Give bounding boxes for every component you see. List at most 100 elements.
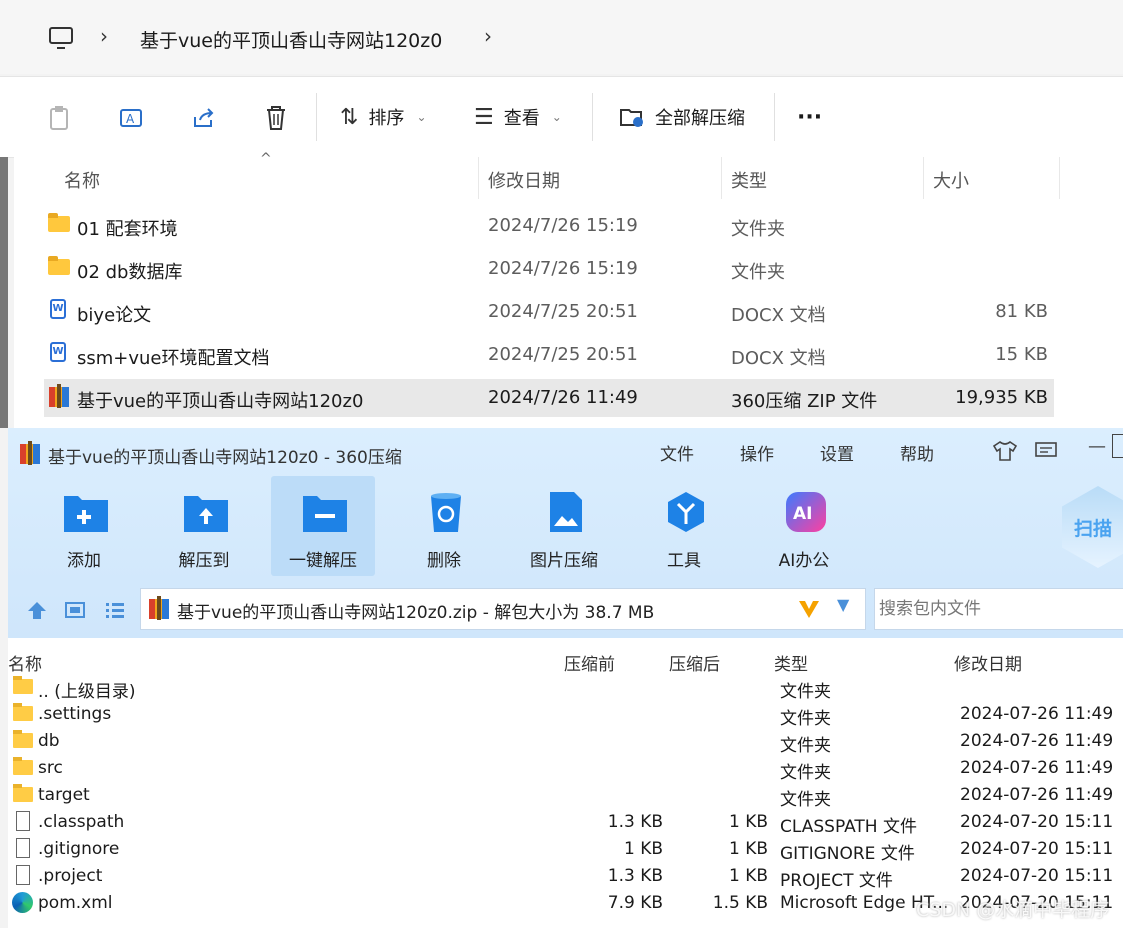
delete-icon[interactable]: [263, 104, 289, 132]
file-date: 2024/7/26 15:19: [488, 215, 638, 236]
rename-icon[interactable]: A: [118, 105, 144, 131]
chevron-right-icon[interactable]: ›: [484, 24, 492, 48]
entry-name: .settings: [38, 704, 112, 724]
column-header-type[interactable]: 类型: [731, 167, 767, 193]
entry-name: target: [38, 785, 90, 805]
feedback-icon[interactable]: [1034, 441, 1058, 461]
delete-button[interactable]: 删除: [392, 476, 496, 576]
maximize-button[interactable]: [1112, 434, 1123, 458]
column-header-type[interactable]: 类型: [774, 650, 808, 675]
tools-icon: [668, 492, 704, 532]
column-divider[interactable]: [721, 157, 722, 199]
entry-name: .project: [38, 866, 103, 886]
column-header-date[interactable]: 修改日期: [488, 167, 560, 193]
toolbar-separator: [592, 93, 593, 141]
file-size: 19,935 KB: [955, 387, 1048, 408]
sort-button[interactable]: ⇅ 排序 ⌄: [340, 95, 427, 139]
column-header-date[interactable]: 修改日期: [954, 650, 1022, 675]
extract-all-button[interactable]: 全部解压缩: [619, 95, 745, 139]
archive-row[interactable]: src 文件夹 2024-07-26 11:49: [8, 755, 1123, 783]
svg-text:AI: AI: [793, 504, 812, 524]
ai-office-icon: AI: [786, 492, 826, 532]
left-edge: [0, 157, 8, 428]
ai-office-button[interactable]: AI AI办公: [752, 476, 856, 576]
archive-row[interactable]: .project 1.3 KB 1 KB PROJECT 文件 2024-07-…: [8, 863, 1123, 891]
one-click-extract-label: 一键解压: [289, 551, 357, 571]
toolbar-separator: [774, 93, 775, 141]
scan-button[interactable]: 扫描: [1062, 486, 1123, 568]
list-view-icon[interactable]: [104, 600, 126, 620]
menu-file[interactable]: 文件: [660, 440, 694, 465]
folder-icon: [13, 784, 33, 802]
entry-size-before: 1.3 KB: [607, 866, 663, 886]
entry-date: 2024-07-26 11:49: [960, 731, 1114, 751]
file-row[interactable]: W ssm+vue环境配置文档 2024/7/25 20:51 DOCX 文档 …: [44, 336, 1054, 374]
archive-row[interactable]: .. (上级目录) 文件夹: [8, 674, 1123, 702]
archive-row[interactable]: .gitignore 1 KB 1 KB GITIGNORE 文件 2024-0…: [8, 836, 1123, 864]
entry-type: GITIGNORE 文件: [780, 844, 915, 864]
menu-settings[interactable]: 设置: [820, 440, 854, 465]
archive-row[interactable]: target 文件夹 2024-07-26 11:49: [8, 782, 1123, 810]
breadcrumb-item[interactable]: 基于vue的平顶山香山寺网站120z0: [140, 26, 442, 53]
file-row[interactable]: 02 db数据库 2024/7/26 15:19 文件夹: [44, 250, 1054, 288]
column-header-before[interactable]: 压缩前: [564, 650, 615, 675]
column-header-size[interactable]: 大小: [933, 167, 969, 193]
column-divider[interactable]: [478, 157, 479, 199]
search-input[interactable]: [877, 598, 1121, 620]
file-type: DOCX 文档: [731, 305, 826, 326]
paste-icon[interactable]: [47, 105, 73, 131]
up-arrow-icon[interactable]: [26, 600, 48, 620]
folder-icon: [48, 213, 70, 232]
entry-type: PROJECT 文件: [780, 871, 893, 891]
file-date: 2024/7/25 20:51: [488, 344, 638, 365]
entry-type: 文件夹: [780, 709, 831, 729]
sort-icon: ⇅: [340, 104, 359, 130]
column-divider[interactable]: [1059, 157, 1060, 199]
entry-name: .gitignore: [38, 839, 120, 859]
file-name: 01 配套环境: [77, 219, 178, 240]
share-icon[interactable]: [191, 105, 217, 131]
zip-archive-icon: [149, 596, 169, 620]
this-pc-icon[interactable]: [48, 26, 74, 50]
add-button[interactable]: 添加: [32, 476, 136, 576]
extract-all-label: 全部解压缩: [655, 108, 745, 129]
column-header-name[interactable]: 名称: [64, 167, 100, 193]
archive-row[interactable]: db 文件夹 2024-07-26 11:49: [8, 728, 1123, 756]
file-name: biye论文: [77, 305, 152, 326]
sort-label: 排序: [368, 108, 405, 129]
edge-browser-icon: [12, 892, 33, 913]
entry-size-after: 1 KB: [728, 866, 768, 886]
thumbnail-view-icon[interactable]: [64, 600, 86, 620]
view-icon: ☰: [474, 104, 494, 130]
file-type: 文件夹: [731, 262, 785, 283]
one-click-extract-button[interactable]: 一键解压: [271, 476, 375, 576]
file-row[interactable]: 01 配套环境 2024/7/26 15:19 文件夹: [44, 207, 1054, 245]
extract-to-button[interactable]: 解压到: [152, 476, 256, 576]
image-compress-icon: [550, 492, 582, 532]
entry-date: 2024-07-20 15:11: [960, 866, 1114, 886]
column-header-name[interactable]: 名称: [8, 650, 42, 675]
chevron-right-icon[interactable]: ›: [100, 24, 108, 48]
zip-archive-icon: [49, 384, 69, 408]
archive-row[interactable]: .settings 文件夹 2024-07-26 11:49: [8, 701, 1123, 729]
menu-help[interactable]: 帮助: [900, 440, 934, 465]
archive-row[interactable]: .classpath 1.3 KB 1 KB CLASSPATH 文件 2024…: [8, 809, 1123, 837]
file-row-selected[interactable]: 基于vue的平顶山香山寺网站120z0 2024/7/26 11:49 360压…: [44, 379, 1054, 417]
path-dropdown-icon[interactable]: ▼: [837, 595, 849, 614]
file-row[interactable]: W biye论文 2024/7/25 20:51 DOCX 文档 81 KB: [44, 293, 1054, 331]
archive-path-bar[interactable]: 基于vue的平顶山香山寺网站120z0.zip - 解包大小为 38.7 MB …: [140, 588, 866, 630]
recycle-bin-icon: [431, 493, 461, 532]
more-options-button[interactable]: ···: [797, 95, 822, 139]
view-button[interactable]: ☰ 查看 ⌄: [474, 95, 562, 139]
search-in-archive[interactable]: [874, 588, 1123, 630]
entry-date: 2024-07-26 11:49: [960, 758, 1114, 778]
image-compress-button[interactable]: 图片压缩: [512, 476, 616, 576]
vip-v-icon[interactable]: [797, 598, 821, 620]
column-divider[interactable]: [923, 157, 924, 199]
column-header-after[interactable]: 压缩后: [669, 650, 720, 675]
entry-type: CLASSPATH 文件: [780, 817, 917, 837]
tools-button[interactable]: 工具: [632, 476, 736, 576]
skin-shirt-icon[interactable]: [992, 440, 1018, 462]
minimize-button[interactable]: —: [1088, 436, 1106, 457]
menu-operation[interactable]: 操作: [740, 440, 774, 465]
